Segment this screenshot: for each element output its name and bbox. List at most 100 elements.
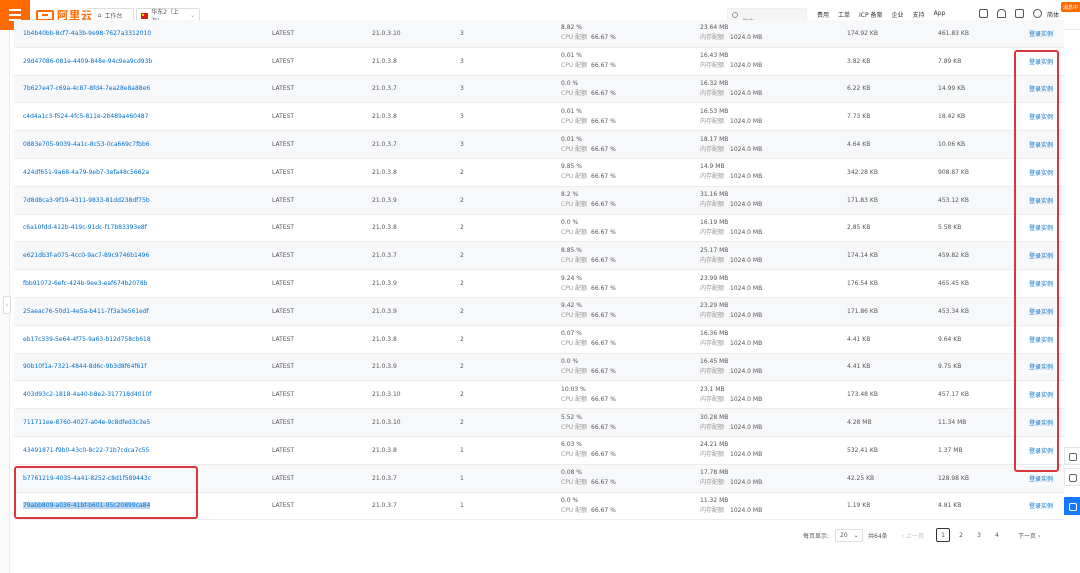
link-app[interactable]: App [934,10,946,19]
instance-id-link[interactable]: 711711ee-8760-4027-a04e-9c8dfed3c3e5 [23,409,150,436]
instance-id-link[interactable]: 7b627e47-c69a-4c87-8fd4-7ea28e8a88e6 [23,76,150,103]
login-instance-link[interactable]: 登录实例 [1029,103,1053,130]
cpu-quota-label: CPU 配额 [561,506,588,514]
prev-page-button[interactable]: ‹ 上一页 [902,531,924,540]
login-instance-link[interactable]: 登录实例 [1029,20,1053,47]
memory-quota-label: 内存配额 [700,340,725,348]
cpu-quota-value: 66.67 % [591,423,616,431]
cpu-usage: 8.2 % [561,191,579,199]
cpu-quota-line: CPU 配额 66.67 % [561,311,616,321]
cpu-quota-line: CPU 配额 66.67 % [561,256,616,266]
float-tool-grid[interactable] [1064,497,1080,515]
memory-quota-label: 内存配额 [700,117,725,125]
instance-id-link[interactable]: 0883e705-9039-4a1c-8c53-0ca669c7fbb6 [23,131,150,158]
memory-usage: 23.29 MB [700,302,729,310]
login-instance-link[interactable]: 登录实例 [1029,48,1053,75]
instance-id-link[interactable]: c6a10fdd-412b-419c-91dc-f17b83393e8f [23,215,147,242]
login-instance-link[interactable]: 登录实例 [1029,159,1053,186]
help-icon[interactable] [1033,9,1042,18]
memory-usage: 16.45 MB [700,357,729,365]
next-page-button[interactable]: 下一页 › [1018,531,1040,540]
page-3-button[interactable]: 3 [972,528,986,542]
memory-usage: 16.32 MB [700,79,729,87]
storage-total-cell: 453.34 KB [938,307,969,315]
memory-quota-line: 内存配额 1024.0 MB [700,89,762,99]
memory-quota-value: 1024.0 MB [730,89,763,97]
kernel-version-cell: 21.0.3.7 [372,85,397,93]
table-row: 0883e705-9039-4a1c-8c53-0ca669c7fbb6 LATE… [14,131,1064,159]
instance-id-link[interactable]: 7d8d8ca3-9f19-4311-9833-81dd238df75b [23,187,150,214]
version-cell: LATEST [272,224,295,232]
instance-id-link[interactable]: e621db3f-a075-4cc0-9ac7-89c9746b1496 [23,242,149,269]
instance-id-link[interactable]: 29d47086-081e-4409-848e-94c9ea9cd93b [23,48,152,75]
table-row: 29d47086-081e-4409-848e-94c9ea9cd93b LATE… [14,48,1064,76]
login-instance-link[interactable]: 登录实例 [1029,242,1053,269]
memory-cell: 16.45 MB 内存配额 1024.0 MB [700,354,762,381]
language-link[interactable]: 简体 [1047,10,1059,19]
instance-id-link[interactable]: 403d93c2-1818-4a40-b8e2-317718d4010f [23,381,151,408]
memory-usage: 31.16 MB [700,191,729,199]
node-count-cell: 2 [460,363,464,371]
node-count-cell: 2 [460,168,464,176]
link-support[interactable]: 支持 [913,10,925,19]
login-instance-link[interactable]: 登录实例 [1029,493,1053,520]
login-instance-link[interactable]: 登录实例 [1029,409,1053,436]
cart-icon[interactable] [1015,9,1024,18]
login-instance-link[interactable]: 登录实例 [1029,270,1053,297]
instance-id-link[interactable]: 424df651-9a68-4a79-9eb7-3efa48c5662a [23,159,149,186]
bell-icon[interactable] [997,9,1006,18]
instance-id-link[interactable]: 79abb809-a036-41bf-b601-95c20899ca84 [23,493,151,520]
login-instance-link[interactable]: 登录实例 [1029,326,1053,353]
instance-id-link[interactable]: 1b4b40bb-8cf7-4a3b-9e98-7627a3312010 [23,20,151,47]
memory-usage: 16.53 MB [700,107,729,115]
avatar-badge[interactable]: 消息中 [1061,2,1080,12]
page-1-button[interactable]: 1 [936,528,950,542]
version-cell: LATEST [272,280,295,288]
instance-id-link[interactable]: c4d4a1c3-f524-4fc5-811e-2b489a460487 [23,103,148,130]
instance-id-link[interactable]: fbb91072-6efc-424b-9ee3-eaf674b2078b [23,270,148,297]
instance-id-link[interactable]: 43491871-f9b0-43c0-8c22-71b7cdca7c55 [23,437,149,464]
memory-quota-value: 1024.0 MB [730,312,763,320]
cpu-quota-line: CPU 配额 66.67 % [561,284,616,294]
expand-sidebar-icon[interactable]: › [3,296,11,314]
cpu-cell: 5.52 % CPU 配额 66.67 % [561,409,616,436]
storage-size-cell: 4.28 MB [847,419,872,427]
version-cell: LATEST [272,252,295,260]
page-2-button[interactable]: 2 [954,528,968,542]
link-billing[interactable]: 费用 [817,10,829,19]
storage-total-cell: 465.45 KB [938,280,969,288]
link-tickets[interactable]: 工单 [838,10,850,19]
table-row: 43491871-f9b0-43c0-8c22-71b7cdca7c55 LATE… [14,437,1064,465]
link-icp[interactable]: ICP 备案 [859,10,883,19]
cpu-cell: 6.03 % CPU 配额 66.67 % [561,437,616,464]
login-instance-link[interactable]: 登录实例 [1029,76,1053,103]
memory-quota-label: 内存配额 [700,284,725,292]
login-instance-link[interactable]: 登录实例 [1029,131,1053,158]
instance-id-link[interactable]: b7761219-4035-4a41-8252-c8d1f589443c [23,465,151,492]
login-instance-link[interactable]: 登录实例 [1029,187,1053,214]
login-instance-link[interactable]: 登录实例 [1029,465,1053,492]
float-tool-contact[interactable] [1064,447,1080,465]
cpu-cell: 10.03 % CPU 配额 66.67 % [561,381,616,408]
cpu-quota-label: CPU 配额 [561,284,588,292]
login-instance-link[interactable]: 登录实例 [1029,298,1053,325]
login-instance-link[interactable]: 登录实例 [1029,381,1053,408]
page-size-select[interactable]: 20 ⌄ [835,528,864,542]
storage-size-cell: 171.86 KB [847,307,878,315]
float-tool-feedback[interactable] [1064,468,1080,486]
instance-id-link[interactable]: 25aeac76-50d1-4e5a-b411-7f3a3e561edf [23,298,149,325]
instance-id-link[interactable]: 90b10f1a-7321-4844-8d6c-9b3d8f64f61f [23,354,146,381]
memory-quota-value: 1024.0 MB [730,284,763,292]
login-instance-link[interactable]: 登录实例 [1029,437,1053,464]
login-instance-link[interactable]: 登录实例 [1029,215,1053,242]
version-cell: LATEST [272,446,295,454]
instance-id-link[interactable]: eb17c339-5e64-4f75-9a63-b12d758cb618 [23,326,151,353]
cpu-usage: 0.0 % [561,357,579,365]
storage-total-cell: 457.17 KB [938,391,969,399]
message-icon[interactable] [979,9,988,18]
cpu-quota-line: CPU 配额 66.67 % [561,117,616,127]
link-enterprise[interactable]: 企业 [892,10,904,19]
page-4-button[interactable]: 4 [990,528,1004,542]
login-instance-link[interactable]: 登录实例 [1029,354,1053,381]
cpu-quota-label: CPU 配额 [561,423,588,431]
